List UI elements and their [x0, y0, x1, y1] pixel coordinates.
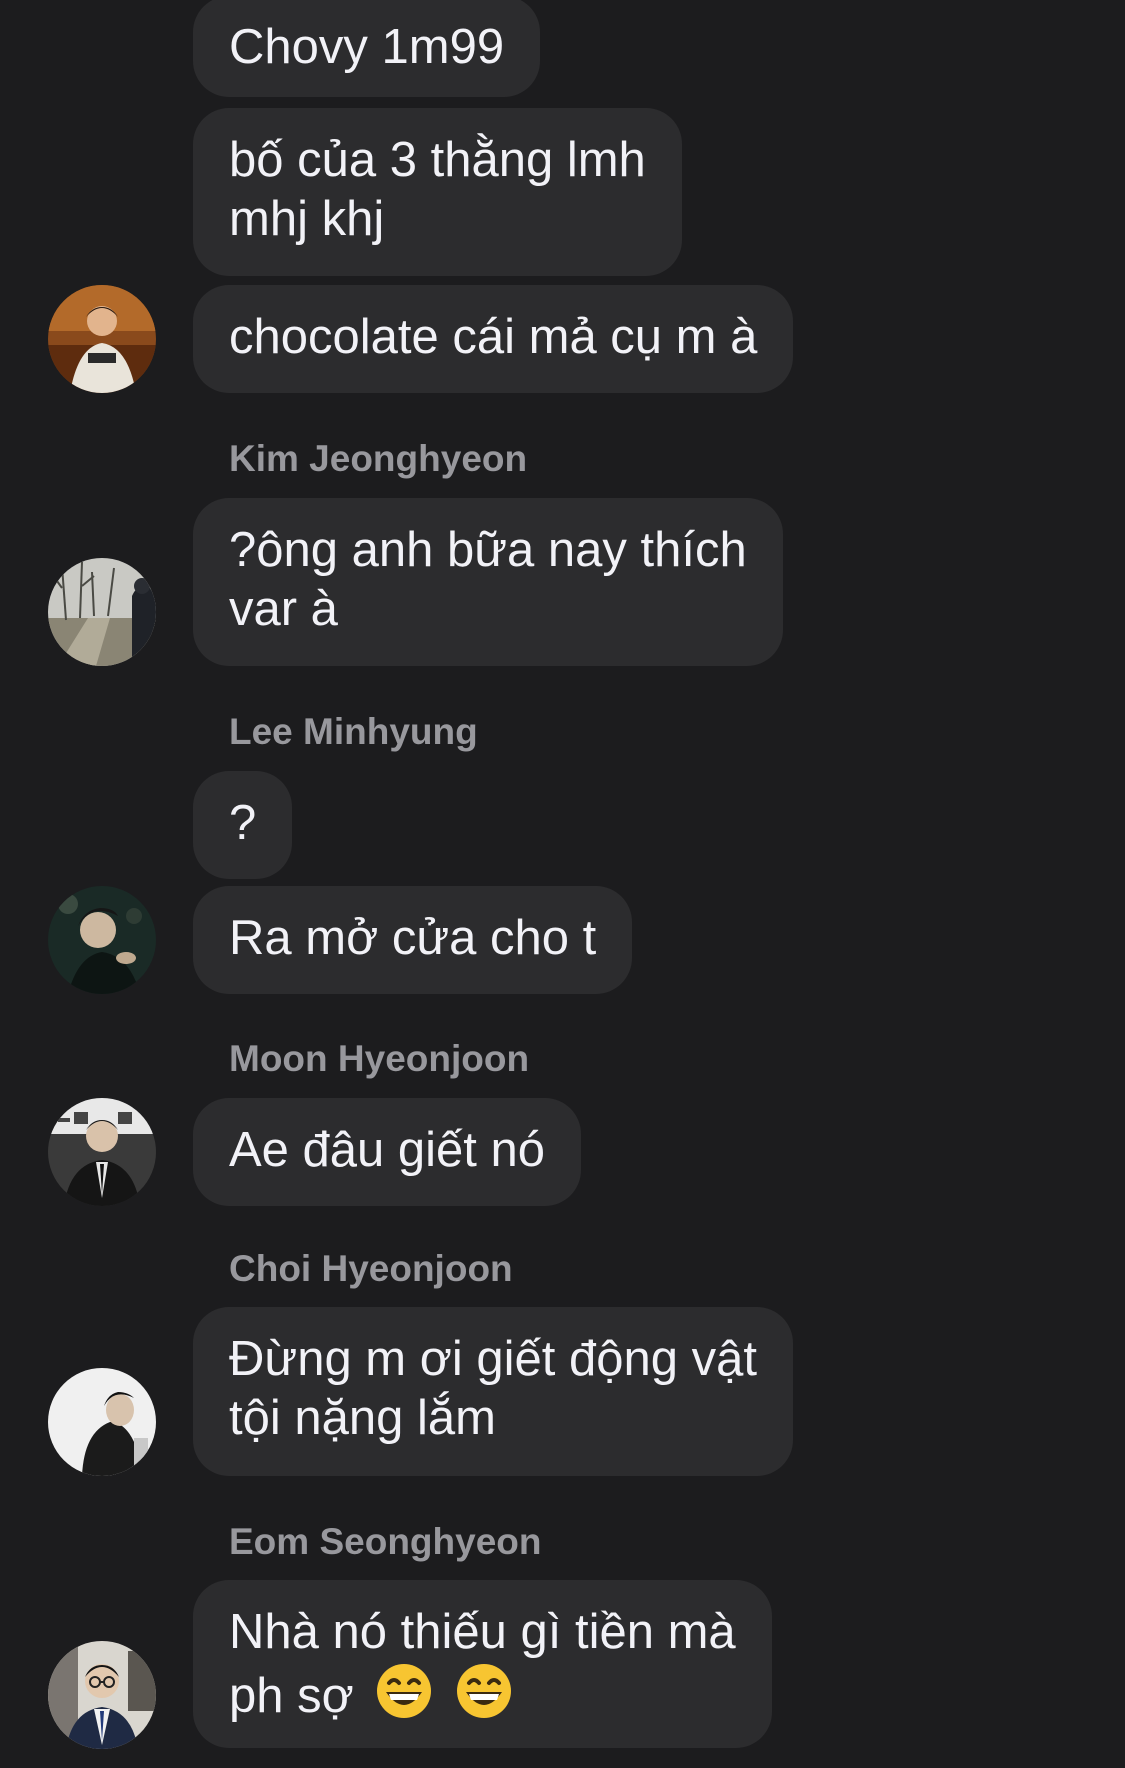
message-bubble[interactable]: ?	[193, 771, 293, 879]
sender-name: Eom Seonghyeon	[229, 1521, 542, 1562]
avatar[interactable]	[48, 1368, 156, 1476]
avatar[interactable]	[48, 285, 156, 393]
avatar[interactable]	[48, 1641, 156, 1749]
message-bubble[interactable]: Ra mở cửa cho t	[193, 886, 633, 994]
sender-name: Lee Minhyung	[229, 711, 478, 752]
message-text: ph sợ	[229, 1669, 354, 1723]
message-text: tội nặng lắm	[229, 1391, 496, 1445]
sender-name: Kim Jeonghyeon	[229, 438, 528, 479]
message-text: bố của 3 thằng lmh	[229, 133, 646, 187]
sender-name: Moon Hyeonjoon	[229, 1038, 530, 1079]
message-text: var à	[229, 582, 338, 636]
message-bubble[interactable]: Đừng m ơi giết động vật tội nặng lắm	[193, 1307, 793, 1476]
message-bubble[interactable]: Nhà nó thiếu gì tiền mà ph sợ	[193, 1580, 772, 1748]
message-text: Đừng m ơi giết động vật	[229, 1332, 757, 1386]
avatar[interactable]	[48, 1098, 156, 1206]
avatar[interactable]	[48, 886, 156, 994]
grinning-face-icon	[457, 1664, 511, 1718]
message-text: Ae đâu giết nó	[229, 1123, 546, 1177]
message-text: Chovy 1m99	[229, 20, 505, 74]
sender-name: Choi Hyeonjoon	[229, 1248, 513, 1289]
message-bubble[interactable]: ?ông anh bữa nay thích var à	[193, 498, 783, 666]
message-text: mhj khj	[229, 192, 385, 246]
grinning-face-icon	[377, 1664, 432, 1718]
message-text: Ra mở cửa cho t	[229, 911, 597, 965]
avatar[interactable]	[48, 558, 156, 666]
message-text: ?ông anh bữa nay thích	[229, 523, 747, 577]
message-text: Nhà nó thiếu gì tiền mà	[229, 1605, 736, 1659]
message-bubble[interactable]: bố của 3 thằng lmh mhj khj	[193, 108, 682, 276]
message-bubble[interactable]: Ae đâu giết nó	[193, 1098, 582, 1206]
message-text: ?	[229, 796, 257, 850]
message-bubble[interactable]: Chovy 1m99	[193, 0, 541, 97]
message-text: chocolate cái mả cụ m à	[229, 310, 758, 364]
message-text-line: ph sợ	[229, 1662, 736, 1726]
message-bubble[interactable]: chocolate cái mả cụ m à	[193, 285, 794, 393]
